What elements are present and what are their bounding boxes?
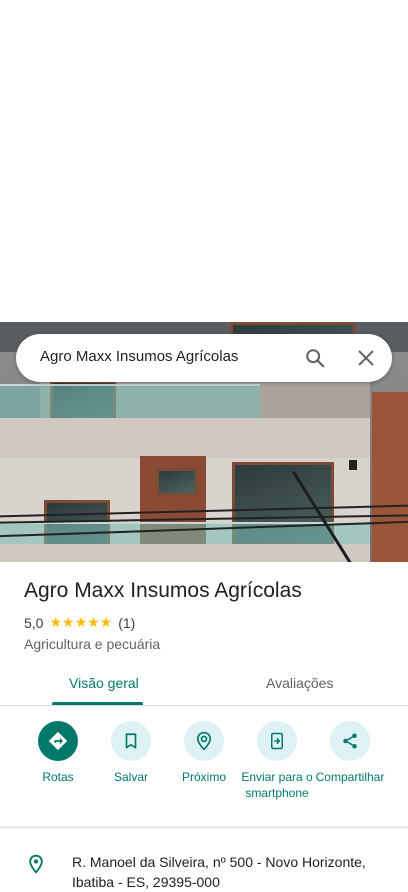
location-pin-icon — [29, 854, 43, 874]
directions-button[interactable]: Rotas — [18, 721, 98, 785]
save-button[interactable]: Salvar — [91, 721, 171, 785]
photo-floor-band — [0, 418, 370, 460]
directions-label: Rotas — [42, 770, 74, 784]
photo-floor-band — [0, 544, 370, 562]
share-button[interactable]: Compartilhar — [310, 721, 390, 785]
rating-stars-icon: ★★★★★ — [49, 614, 113, 630]
search-bar[interactable]: Agro Maxx Insumos Agrícolas — [16, 334, 392, 382]
photo-brick-wall — [372, 392, 408, 562]
address-text[interactable]: R. Manoel da Silveira, nº 500 - Novo Hor… — [72, 852, 392, 892]
search-icon[interactable] — [304, 347, 326, 369]
place-title: Agro Maxx Insumos Agrícolas — [24, 579, 302, 602]
nearby-button[interactable]: Próximo — [164, 721, 244, 785]
share-icon — [330, 721, 370, 761]
photo-window — [156, 468, 198, 496]
tab-overview[interactable]: Visão geral — [69, 675, 139, 691]
place-category: Agricultura e pecuária — [24, 636, 161, 652]
actions-divider — [0, 827, 408, 828]
nearby-label: Próximo — [181, 770, 226, 784]
rating-row[interactable]: 5,0 ★★★★★ (1) — [24, 614, 135, 631]
directions-icon — [38, 721, 78, 761]
search-input[interactable]: Agro Maxx Insumos Agrícolas — [40, 348, 238, 365]
close-icon[interactable] — [355, 347, 377, 369]
photo-glass-railing — [0, 384, 260, 420]
send-to-phone-icon — [257, 721, 297, 761]
rating-value: 5,0 — [24, 614, 44, 631]
share-label: Compartilhar — [315, 770, 385, 784]
map-blank-area — [0, 0, 408, 322]
tab-reviews[interactable]: Avaliações — [266, 675, 333, 691]
photo-lamp — [349, 460, 357, 470]
review-count[interactable]: (1) — [118, 615, 135, 631]
tabs-divider — [0, 705, 408, 706]
nearby-icon — [184, 721, 224, 761]
send-to-phone-label: Enviar para o smartphone — [241, 770, 313, 800]
bookmark-icon — [111, 721, 151, 761]
save-label: Salvar — [113, 770, 148, 784]
send-to-phone-button[interactable]: Enviar para o smartphone — [237, 721, 317, 801]
